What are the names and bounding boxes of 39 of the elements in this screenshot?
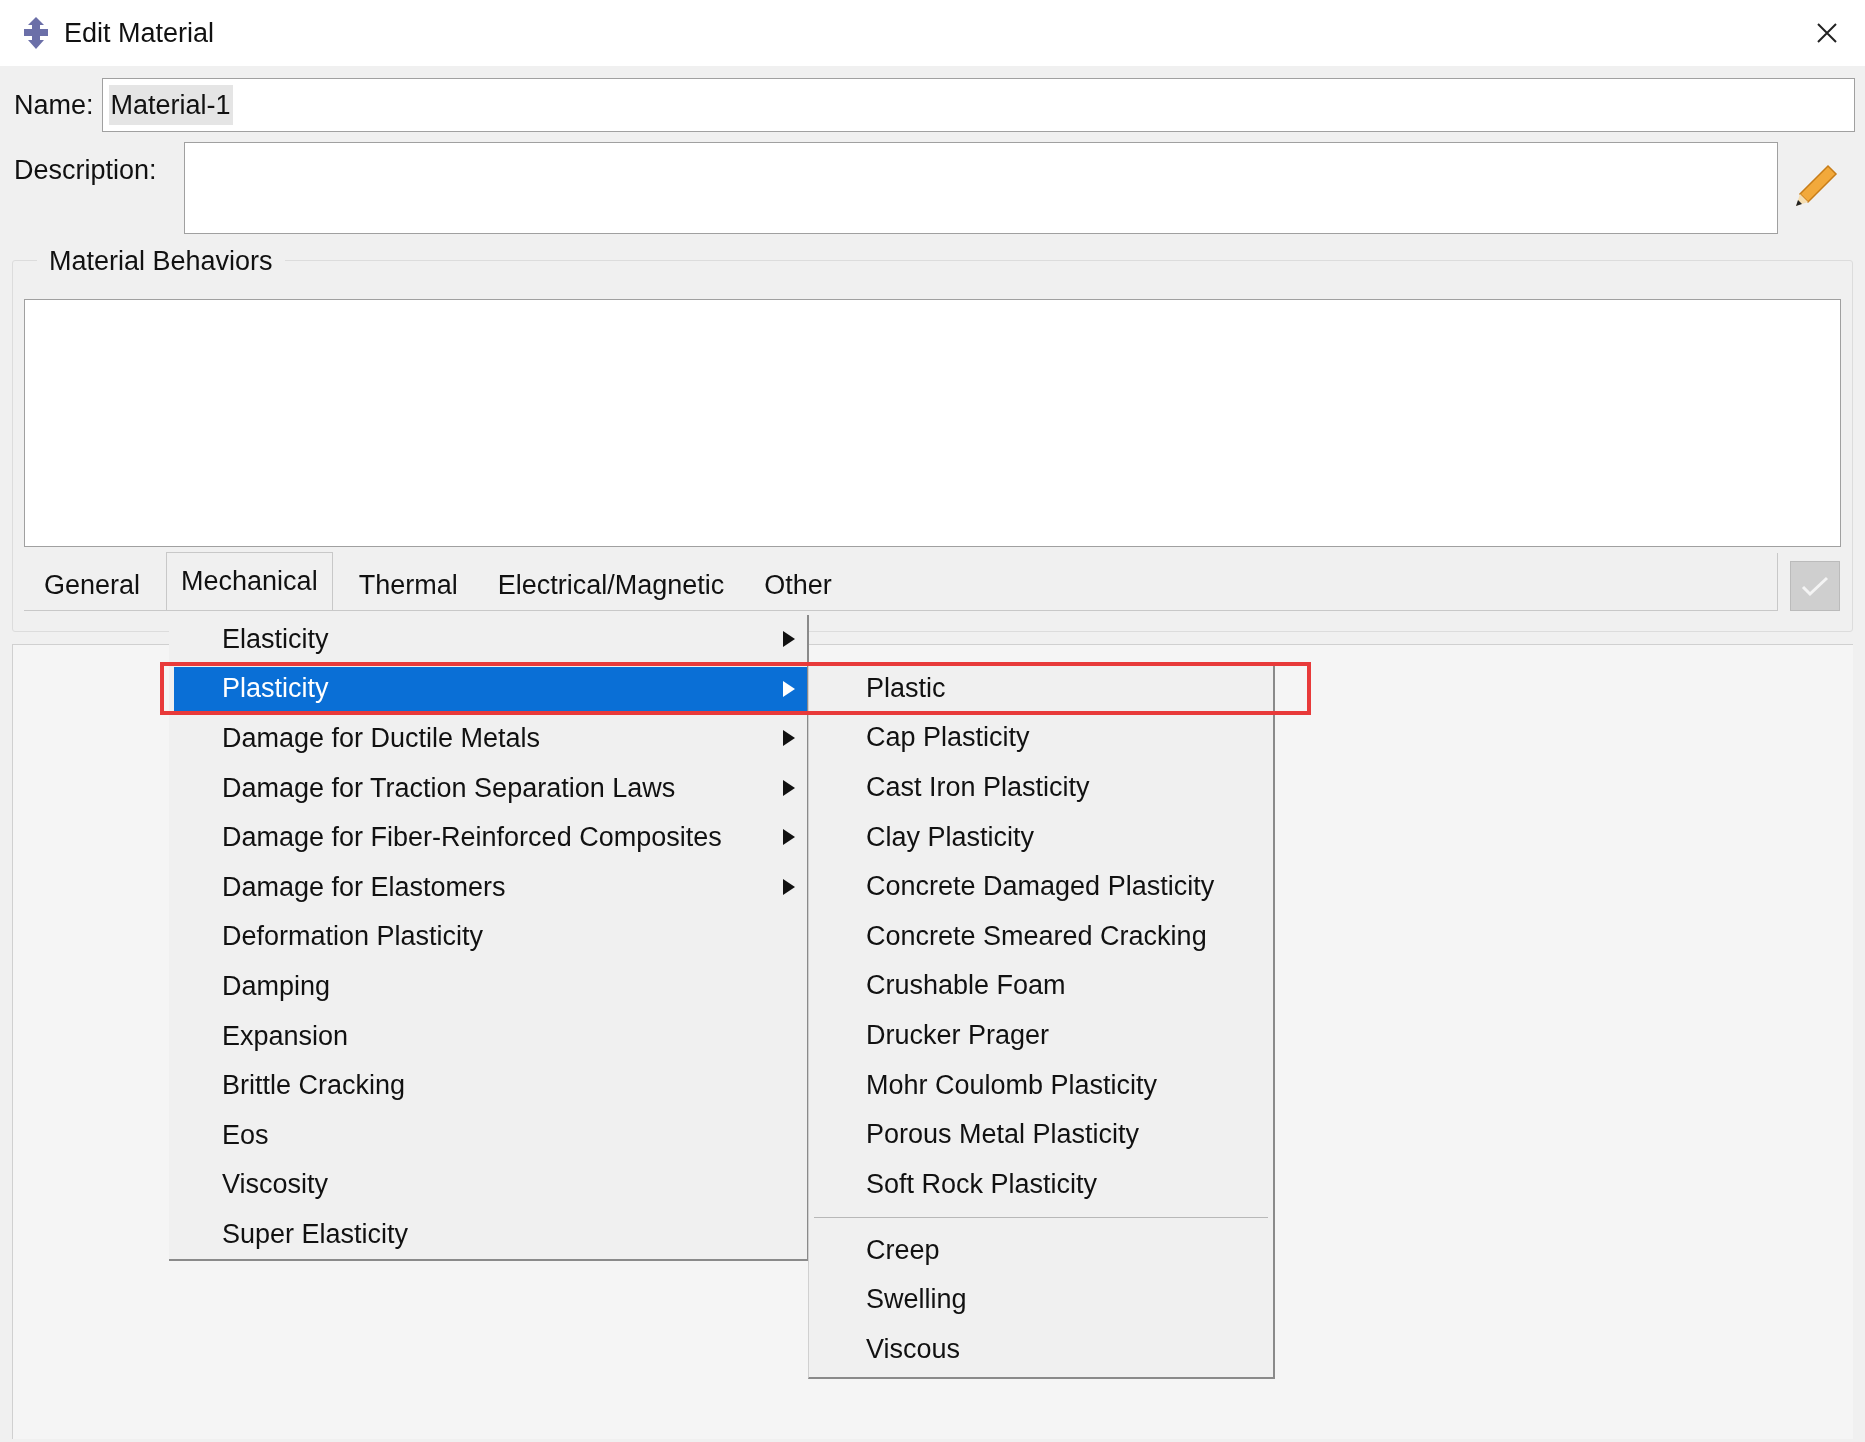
menu-item[interactable]: Damage for Elastomers bbox=[174, 864, 807, 909]
menu-item[interactable]: Plasticity bbox=[174, 666, 807, 711]
submenu-item[interactable]: Soft Rock Plasticity bbox=[814, 1163, 1268, 1204]
menu-item[interactable]: Damage for Fiber-Reinforced Composites bbox=[174, 815, 807, 860]
checkmark-icon bbox=[1801, 575, 1829, 597]
name-field[interactable]: Material-1 bbox=[101, 78, 1855, 132]
menu-tab[interactable]: Mechanical bbox=[166, 552, 333, 610]
menu-tab[interactable]: Thermal bbox=[344, 560, 472, 610]
submenu-item[interactable]: Cap Plasticity bbox=[814, 717, 1268, 758]
menu-item[interactable]: Elasticity bbox=[174, 617, 807, 661]
submenu-item[interactable]: Creep bbox=[814, 1230, 1268, 1271]
menu-item[interactable]: Deformation Plasticity bbox=[174, 914, 807, 959]
menu-tab[interactable]: General bbox=[30, 560, 155, 610]
menu-item[interactable]: Damage for Ductile Metals bbox=[174, 716, 807, 761]
menu-tab[interactable]: Electrical/Magnetic bbox=[483, 560, 739, 610]
submenu-item[interactable]: Viscous bbox=[814, 1329, 1268, 1370]
submenu-item[interactable]: Plastic bbox=[814, 668, 1268, 708]
submenu-item[interactable]: Concrete Smeared Cracking bbox=[814, 915, 1268, 956]
submenu-item[interactable]: Cast Iron Plasticity bbox=[814, 767, 1268, 808]
submenu-item[interactable]: Swelling bbox=[814, 1279, 1268, 1320]
window-title: Edit Material bbox=[64, 16, 215, 50]
submenu-item[interactable]: Drucker Prager bbox=[814, 1015, 1268, 1056]
submenu-item[interactable]: Clay Plasticity bbox=[814, 816, 1268, 857]
menu-item[interactable]: Super Elasticity bbox=[174, 1212, 807, 1257]
description-field[interactable] bbox=[184, 142, 1778, 234]
name-label: Name: bbox=[14, 88, 94, 122]
menu-item[interactable]: Expansion bbox=[174, 1013, 807, 1058]
menu-tab[interactable]: Other bbox=[750, 560, 846, 610]
close-icon bbox=[1816, 22, 1838, 44]
submenu-item[interactable]: Mohr Coulomb Plasticity bbox=[814, 1064, 1268, 1105]
submenu-item[interactable]: Porous Metal Plasticity bbox=[814, 1114, 1268, 1155]
description-label: Description: bbox=[14, 154, 158, 187]
menu-item[interactable]: Brittle Cracking bbox=[174, 1063, 807, 1108]
menu-item[interactable]: Viscosity bbox=[174, 1162, 807, 1207]
submenu-item[interactable]: Crushable Foam bbox=[814, 965, 1268, 1006]
submenu-item[interactable]: Concrete Damaged Plasticity bbox=[814, 866, 1268, 907]
menu-item[interactable]: Eos bbox=[174, 1112, 807, 1157]
menu-item[interactable]: Damage for Traction Separation Laws bbox=[174, 765, 807, 810]
menu-item[interactable]: Damping bbox=[174, 964, 807, 1009]
